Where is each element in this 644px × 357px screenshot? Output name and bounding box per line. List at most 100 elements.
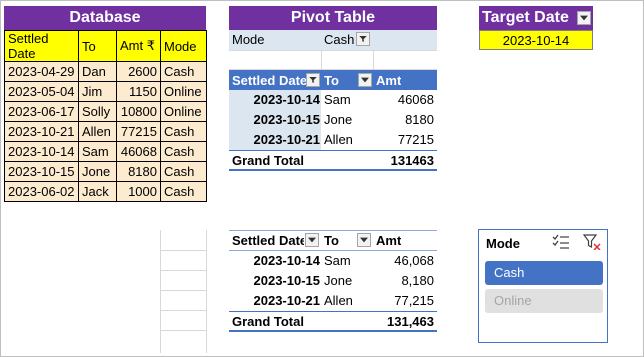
slicer-title: Mode [486, 236, 520, 251]
cell-to[interactable]: Solly [78, 101, 117, 122]
database-col-settled-date[interactable]: Settled Date [4, 30, 79, 62]
cell-amt[interactable]: 2600 [116, 61, 161, 82]
cell-amt[interactable]: 77215 [116, 121, 161, 142]
table2-col-to: To [324, 233, 339, 248]
table-row: 2023-06-17 Solly 10800 Online [4, 101, 207, 122]
table2-col-amt: Amt [376, 233, 402, 248]
table2-grand-total-label: Grand Total [232, 314, 304, 329]
table-row: 2023-10-15 Jone 8180 Cash [4, 161, 207, 182]
pivot-row-date[interactable]: 2023-10-21 [229, 130, 321, 149]
grid-column [160, 230, 207, 353]
pivot-filter-label: Mode [232, 32, 265, 47]
pivot-row-to[interactable]: Sam [324, 90, 351, 109]
table2-to-dropdown[interactable] [357, 233, 371, 247]
pivot-col-to: To [324, 73, 339, 88]
table2-settled-date-dropdown[interactable] [305, 233, 319, 247]
mode-slicer[interactable]: Mode Cash Online [478, 229, 608, 343]
cell-to[interactable]: Dan [78, 61, 117, 82]
pivot-row-to[interactable]: Jone [324, 110, 352, 129]
gridline [160, 250, 207, 251]
table2-col-settled-date: Settled Date [232, 233, 304, 248]
pivot-col-settled-date: Settled Date [232, 73, 306, 88]
database-title: Database [4, 6, 206, 30]
cell-mode[interactable]: Online [160, 81, 207, 102]
table2-grand-total-value[interactable]: 131,463 [376, 312, 434, 331]
database-col-amt[interactable]: Amt ₹ [116, 30, 161, 62]
cell-mode[interactable]: Cash [160, 161, 207, 182]
cell-mode[interactable]: Cash [160, 141, 207, 162]
target-date-value[interactable]: 2023-10-14 [479, 30, 593, 50]
target-date-dropdown[interactable] [577, 11, 591, 25]
table2-row-date[interactable]: 2023-10-15 [229, 271, 321, 290]
table2-row-to[interactable]: Jone [324, 271, 352, 290]
filter-icon [309, 77, 317, 83]
slicer-item-online[interactable]: Online [485, 289, 603, 313]
table2-row-to[interactable]: Allen [324, 291, 353, 310]
cell-settled-date[interactable]: 2023-04-29 [4, 61, 79, 82]
pivot-row-amt[interactable]: 46068 [376, 90, 434, 109]
cell-to[interactable]: Jack [78, 181, 117, 202]
table2-row-to[interactable]: Sam [324, 251, 351, 270]
table-row: 2023-04-29 Dan 2600 Cash [4, 61, 207, 82]
clear-filter-icon[interactable] [583, 234, 601, 250]
pivot-title: Pivot Table [229, 6, 437, 30]
cell-amt[interactable]: 10800 [116, 101, 161, 122]
gridline [160, 330, 207, 331]
cell-mode[interactable]: Cash [160, 121, 207, 142]
cell-amt[interactable]: 46068 [116, 141, 161, 162]
pivot-grand-total-label: Grand Total [232, 153, 304, 168]
cell-mode[interactable]: Cash [160, 61, 207, 82]
pivot-to-dropdown[interactable] [358, 73, 372, 87]
database-table: Settled Date To Amt ₹ Mode 2023-04-29 Da… [4, 30, 207, 202]
table-row: 2023-06-02 Jack 1000 Cash [4, 181, 207, 202]
cell-to[interactable]: Jim [78, 81, 117, 102]
gridline [160, 310, 207, 311]
pivot-row-date[interactable]: 2023-10-14 [229, 90, 321, 109]
table2-row-date[interactable]: 2023-10-21 [229, 291, 321, 310]
table2-row-amt[interactable]: 77,215 [376, 291, 434, 310]
chevron-down-icon [580, 15, 588, 21]
cell-settled-date[interactable]: 2023-10-14 [4, 141, 79, 162]
cell-amt[interactable]: 1150 [116, 81, 161, 102]
cell-to[interactable]: Sam [78, 141, 117, 162]
table2-row-amt[interactable]: 46,068 [376, 251, 434, 270]
cell-settled-date[interactable]: 2023-10-15 [4, 161, 79, 182]
pivot-col-amt: Amt [376, 73, 402, 88]
cell-amt[interactable]: 1000 [116, 181, 161, 202]
cell-settled-date[interactable]: 2023-06-02 [4, 181, 79, 202]
table2-row-date[interactable]: 2023-10-14 [229, 251, 321, 270]
target-date-title: Target Date [479, 6, 593, 30]
cell-mode[interactable]: Online [160, 101, 207, 122]
gridline [160, 270, 207, 271]
database-col-to[interactable]: To [78, 30, 117, 62]
pivot-filter-value[interactable]: Cash [324, 30, 354, 49]
cell-mode[interactable]: Cash [160, 181, 207, 202]
cell-settled-date[interactable]: 2023-10-21 [4, 121, 79, 142]
chevron-down-icon [360, 237, 368, 243]
table2-row-amt[interactable]: 8,180 [376, 271, 434, 290]
chevron-down-icon [361, 77, 369, 83]
pivot-row-date[interactable]: 2023-10-15 [229, 110, 321, 129]
table-row: 2023-10-21 Allen 77215 Cash [4, 121, 207, 142]
database-header-row: Settled Date To Amt ₹ Mode [4, 30, 207, 62]
chevron-down-icon [308, 237, 316, 243]
divider [321, 50, 322, 70]
cell-settled-date[interactable]: 2023-06-17 [4, 101, 79, 122]
slicer-item-cash[interactable]: Cash [485, 261, 603, 285]
filter-icon [359, 36, 367, 42]
cell-to[interactable]: Jone [78, 161, 117, 182]
pivot-filter-dropdown[interactable] [356, 32, 370, 46]
cell-settled-date[interactable]: 2023-05-04 [4, 81, 79, 102]
pivot-settled-date-dropdown[interactable] [306, 73, 320, 87]
pivot-row-to[interactable]: Allen [324, 130, 353, 149]
database-col-mode[interactable]: Mode [160, 30, 207, 62]
multi-select-icon[interactable] [552, 234, 570, 250]
pivot-blank-row [229, 50, 437, 70]
divider [373, 50, 374, 70]
pivot-grand-total-value[interactable]: 131463 [376, 151, 434, 170]
cell-to[interactable]: Allen [78, 121, 117, 142]
pivot-row-amt[interactable]: 8180 [376, 110, 434, 129]
pivot-row-amt[interactable]: 77215 [376, 130, 434, 149]
gridline [160, 290, 207, 291]
cell-amt[interactable]: 8180 [116, 161, 161, 182]
